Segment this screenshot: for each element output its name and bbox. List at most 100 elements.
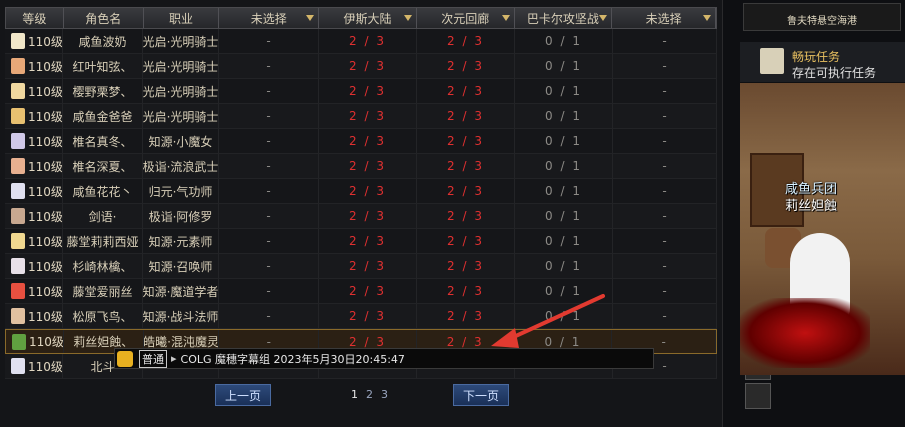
level-cell: 110级 [5, 204, 63, 228]
cell-text: - [266, 259, 271, 273]
table-row[interactable]: 110级 红叶知弦、 光启·光明骑士 - 2 / 3 2 / 3 0 / 1 - [5, 54, 717, 79]
page-number-1[interactable]: 1 [351, 388, 358, 401]
cell-text: 咸鱼花花丶 [72, 184, 133, 199]
progress-cell-c1: - [219, 154, 319, 178]
dropdown-arrow-icon[interactable] [702, 15, 711, 21]
table-row[interactable]: 110级 藤堂莉莉西娅 知源·元素师 - 2 / 3 2 / 3 0 / 1 - [5, 229, 717, 254]
job-cell: 知源·小魔女 [143, 129, 219, 153]
next-page-button[interactable]: 下一页 [453, 384, 509, 406]
cell-text: 110级 [28, 134, 63, 149]
cell-text: 0 / 1 [545, 34, 582, 48]
location-banner: 鲁夫特悬空海港 [743, 3, 901, 31]
cell-text: 2 / 3 [447, 184, 484, 198]
cell-text: 110级 [28, 309, 63, 324]
dropdown-arrow-icon[interactable] [306, 15, 315, 21]
sidebar-button-settings[interactable] [745, 383, 771, 409]
cell-text: 2 / 3 [349, 334, 386, 349]
character-avatar-icon [11, 183, 25, 199]
page-number-2[interactable]: 2 [366, 388, 373, 401]
cell-text: 2 / 3 [349, 34, 386, 48]
cell-text: 2 / 3 [349, 59, 386, 73]
column-header-2: 职业 [144, 8, 220, 28]
table-header: 等级 角色名 职业 未选择 伊斯大陆 次元回廊 巴卡尔攻坚战 未选择 [5, 7, 717, 29]
progress-cell-c4: 0 / 1 [515, 154, 613, 178]
table-row[interactable]: 110级 剑语· 极诣·阿修罗 - 2 / 3 2 / 3 0 / 1 - [5, 204, 717, 229]
quest-desc: 存在可执行任务 [792, 66, 877, 80]
dropdown-arrow-icon[interactable] [599, 15, 608, 21]
progress-cell-c5: - [613, 229, 717, 253]
column-header-3[interactable]: 未选择 [219, 8, 320, 28]
character-avatar-icon [11, 258, 25, 274]
dropdown-arrow-icon[interactable] [403, 15, 412, 21]
cell-text: 0 / 1 [545, 84, 582, 98]
quest-notice[interactable]: 畅玩任务 存在可执行任务 [740, 42, 905, 82]
cell-text: 0 / 1 [545, 159, 582, 173]
cell-text: - [662, 34, 667, 48]
progress-cell-c2: 2 / 3 [319, 204, 417, 228]
progress-cell-c5: - [613, 179, 717, 203]
chat-message-bar: 普通 ▸ COLG 魔穗字幕组 2023年5月30日20:45:47 [114, 348, 654, 369]
character-avatar-icon [11, 33, 25, 49]
job-cell: 知源·魔道学者 [143, 279, 219, 303]
game-scene: 咸鱼兵团 莉丝妲蝕 [740, 83, 905, 375]
character-name-cell: 红叶知弦、 [63, 54, 143, 78]
cell-text: 110级 [28, 109, 63, 124]
column-header-label: 角色名 [85, 11, 122, 26]
table-row[interactable]: 110级 椎名真冬、 知源·小魔女 - 2 / 3 2 / 3 0 / 1 - [5, 129, 717, 154]
cell-text: 0 / 1 [545, 259, 582, 273]
table-row[interactable]: 110级 咸鱼波奶 光启·光明骑士 - 2 / 3 2 / 3 0 / 1 - [5, 29, 717, 54]
cell-text: 2 / 3 [349, 109, 386, 123]
page-number-3[interactable]: 3 [381, 388, 388, 401]
character-name-cell: 咸鱼花花丶 [63, 179, 143, 203]
character-avatar-icon [11, 283, 25, 299]
cell-text: - [266, 84, 271, 98]
level-cell: 110级 [5, 154, 63, 178]
cell-text: 知源·元素师 [148, 234, 213, 249]
cell-text: 0 / 1 [545, 209, 582, 223]
job-cell: 极诣·阿修罗 [143, 204, 219, 228]
column-header-5[interactable]: 次元回廊 [417, 8, 515, 28]
progress-cell-c2: 2 / 3 [319, 254, 417, 278]
column-header-4[interactable]: 伊斯大陆 [319, 8, 417, 28]
character-name-cell: 藤堂莉莉西娅 [63, 229, 143, 253]
dropdown-arrow-icon[interactable] [501, 15, 510, 21]
table-row[interactable]: 110级 咸鱼花花丶 归元·气功师 - 2 / 3 2 / 3 0 / 1 - [5, 179, 717, 204]
cell-text: 极诣·阿修罗 [148, 209, 213, 224]
progress-cell-c2: 2 / 3 [319, 179, 417, 203]
cell-text: - [266, 134, 271, 148]
table-row[interactable]: 110级 椎名深夏、 极诣·流浪武士 - 2 / 3 2 / 3 0 / 1 - [5, 154, 717, 179]
character-name-cell: 藤堂爱丽丝 [63, 279, 143, 303]
prev-page-button[interactable]: 上一页 [215, 384, 271, 406]
cell-text: 2 / 3 [447, 234, 484, 248]
cell-text: 知源·战斗法师 [143, 309, 219, 324]
cell-text: - [662, 259, 667, 273]
progress-cell-c1: - [219, 304, 319, 328]
cell-text: 2 / 3 [447, 284, 484, 298]
table-row[interactable]: 110级 杉崎林檎、 知源·召唤师 - 2 / 3 2 / 3 0 / 1 - [5, 254, 717, 279]
column-header-1: 角色名 [64, 8, 144, 28]
chat-channel-tag[interactable]: 普通 [139, 349, 167, 368]
character-name-cell: 杉崎林檎、 [63, 254, 143, 278]
job-cell: 知源·召唤师 [143, 254, 219, 278]
cell-text: 2 / 3 [447, 209, 484, 223]
column-header-label: 职业 [169, 11, 194, 26]
annotation-arrow [491, 294, 605, 348]
cell-text: 椎名深夏、 [72, 159, 133, 174]
character-avatar-icon [11, 358, 25, 374]
table-row[interactable]: 110级 咸鱼金爸爸 光启·光明骑士 - 2 / 3 2 / 3 0 / 1 - [5, 104, 717, 129]
table-row[interactable]: 110级 樱野栗梦、 光启·光明骑士 - 2 / 3 2 / 3 0 / 1 - [5, 79, 717, 104]
cell-text: 剑语· [88, 209, 117, 224]
progress-cell-c3: 2 / 3 [417, 79, 515, 103]
cell-text: 2 / 3 [349, 184, 386, 198]
cell-text: 知源·魔道学者 [143, 284, 219, 299]
level-cell: 110级 [6, 330, 64, 353]
column-header-6[interactable]: 巴卡尔攻坚战 [515, 8, 613, 28]
level-cell: 110级 [5, 79, 63, 103]
cell-text: - [266, 334, 271, 349]
progress-cell-c4: 0 / 1 [515, 129, 613, 153]
column-header-7[interactable]: 未选择 [612, 8, 716, 28]
progress-cell-c4: 0 / 1 [515, 204, 613, 228]
progress-cell-c3: 2 / 3 [417, 254, 515, 278]
cell-text: 2 / 3 [349, 259, 386, 273]
cell-text: 藤堂莉莉西娅 [66, 234, 139, 249]
